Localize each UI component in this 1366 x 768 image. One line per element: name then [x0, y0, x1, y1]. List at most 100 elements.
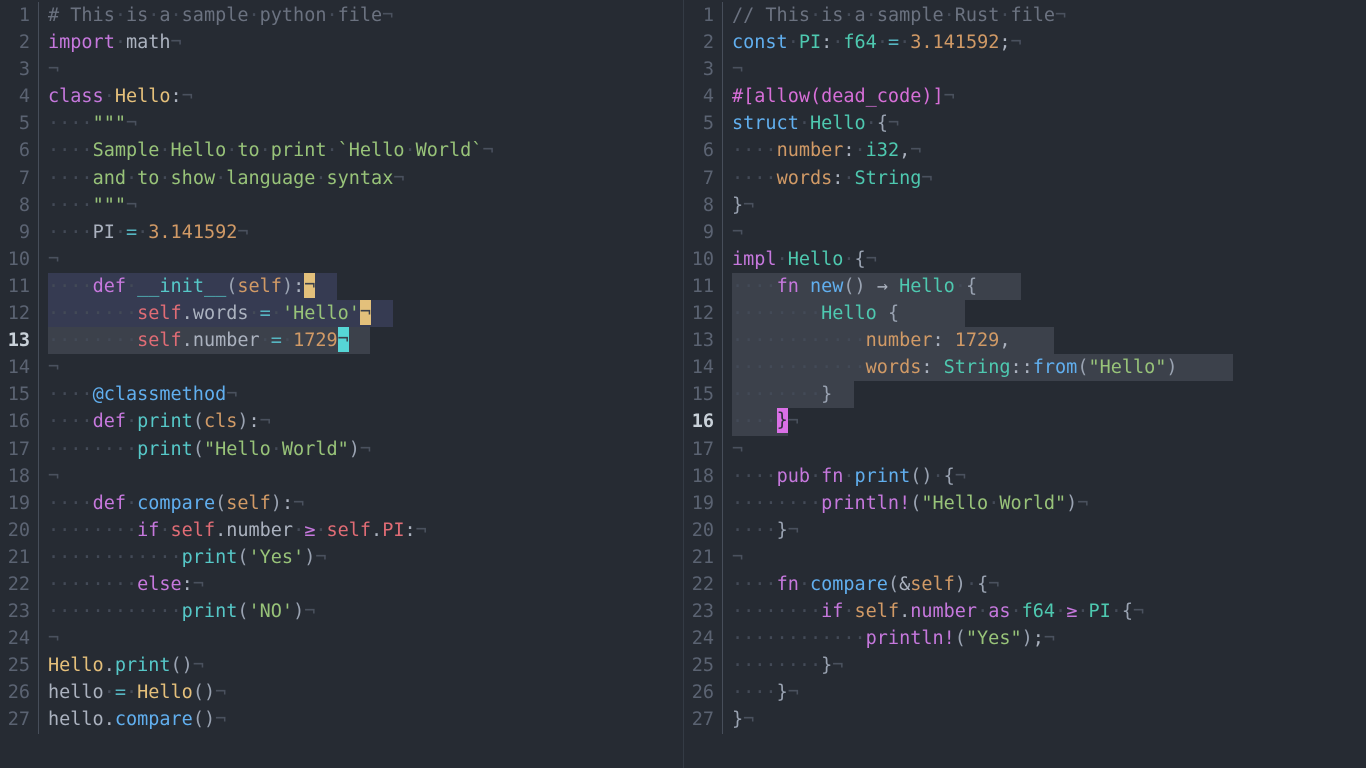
line-content[interactable]: ········}¬ [732, 652, 1366, 679]
line-content[interactable]: ¬ [48, 463, 683, 490]
line-content[interactable]: class·Hello:¬ [48, 83, 683, 110]
code-lines-rust[interactable]: 1 // This·is·a·sample·Rust·file¬ 2 const·P… [684, 0, 1366, 734]
code-line[interactable]: 24 ············println!("Yes");¬ [684, 625, 1366, 653]
line-content[interactable]: const·PI:·f64·=·3.141592;¬ [732, 29, 1366, 56]
line-content[interactable]: }¬ [732, 192, 1366, 219]
code-line[interactable]: 2 import·math¬ [0, 29, 683, 57]
code-line[interactable]: 21 ¬ [684, 543, 1366, 571]
code-line[interactable]: 27 hello.compare()¬ [0, 706, 683, 734]
line-content[interactable]: ····fn·compare(&self)·{¬ [732, 571, 1366, 598]
code-line-selected[interactable]: 11 ····fn new() → Hello·{ [684, 272, 1366, 301]
code-line[interactable]: 3 ¬ [684, 56, 1366, 84]
code-line[interactable]: 25 ········}¬ [684, 652, 1366, 680]
line-content[interactable]: ········else:¬ [48, 571, 683, 598]
code-line[interactable]: 16 ····def·print(cls):¬ [0, 408, 683, 436]
code-line-selected[interactable]: 15 ········} [684, 381, 1366, 409]
code-line[interactable]: 18 ····pub·fn·print()·{¬ [684, 462, 1366, 490]
code-line-selected[interactable]: 12 ········self.words·=·'Hello' ¬ [0, 300, 683, 328]
line-content[interactable]: ····@classmethod¬ [48, 381, 683, 408]
code-line-selected[interactable]: 14 ············words: String::from("Hello… [684, 354, 1366, 382]
code-line[interactable]: 10 impl·Hello·{¬ [684, 245, 1366, 273]
code-line[interactable]: 3 ¬ [0, 56, 683, 84]
code-line[interactable]: 2 const·PI:·f64·=·3.141592;¬ [684, 29, 1366, 57]
code-line[interactable]: 19 ········println!("Hello·World")¬ [684, 489, 1366, 517]
code-line[interactable]: 8 ····"""¬ [0, 191, 683, 219]
code-line[interactable]: 7 ····words:·String¬ [684, 164, 1366, 192]
line-content[interactable]: ¬ [732, 544, 1366, 571]
code-line[interactable]: 17 ········print("Hello·World")¬ [0, 435, 683, 463]
line-content[interactable]: ¬ [732, 219, 1366, 246]
line-content[interactable]: ····def·compare(self):¬ [48, 490, 683, 517]
line-content[interactable]: ····and·to·show·language·syntax¬ [48, 165, 683, 192]
line-content[interactable]: ············println!("Yes");¬ [732, 625, 1366, 652]
code-line[interactable]: 4 #[allow(dead_code)]¬ [684, 83, 1366, 111]
code-line-selected[interactable]: 13 ············number: 1729, [684, 327, 1366, 355]
code-line[interactable]: 19 ····def·compare(self):¬ [0, 489, 683, 517]
code-line-active[interactable]: 16 ····} ¬ [684, 408, 1366, 436]
code-line[interactable]: 9 ····PI·=·3.141592¬ [0, 218, 683, 246]
line-content[interactable]: ············print('Yes')¬ [48, 544, 683, 571]
code-line[interactable]: 18 ¬ [0, 462, 683, 490]
code-line[interactable]: 7 ····and·to·show·language·syntax¬ [0, 164, 683, 192]
line-content[interactable]: ········if·self.number·≥·self.PI:¬ [48, 517, 683, 544]
line-content[interactable]: ········self.words·=·'Hello' ¬ [48, 300, 683, 328]
line-content[interactable]: impl·Hello·{¬ [732, 246, 1366, 273]
line-content[interactable]: ····words:·String¬ [732, 165, 1366, 192]
line-content[interactable]: ¬ [48, 246, 683, 273]
line-content[interactable]: ········self.number·=·1729 ¬ [48, 327, 683, 355]
code-line[interactable]: 1 # This·is·a·sample·python·file¬ [0, 2, 683, 30]
editor-pane-python[interactable]: 1 # This·is·a·sample·python·file¬ 2 import… [0, 0, 683, 768]
line-content[interactable]: ¬ [48, 56, 683, 83]
code-line[interactable]: 27}¬ [684, 706, 1366, 734]
code-line[interactable]: 20 ········if·self.number·≥·self.PI:¬ [0, 516, 683, 544]
line-content[interactable]: ····number:·i32,¬ [732, 137, 1366, 164]
line-content[interactable]: ····"""¬ [48, 192, 683, 219]
line-content[interactable]: ····"""¬ [48, 110, 683, 137]
code-line[interactable]: 25 Hello.print()¬ [0, 652, 683, 680]
code-line[interactable]: 23 ············print('NO')¬ [0, 598, 683, 626]
line-content[interactable]: ····}¬ [732, 517, 1366, 544]
code-line[interactable]: 26 ····}¬ [684, 679, 1366, 707]
line-content[interactable]: ····}¬ [732, 679, 1366, 706]
code-line[interactable]: 5 struct·Hello·{¬ [684, 110, 1366, 138]
line-content[interactable]: ············words: String::from("Hello") [732, 354, 1366, 382]
code-line[interactable]: 22 ····fn·compare(&self)·{¬ [684, 570, 1366, 599]
code-line[interactable]: 21 ············print('Yes')¬ [0, 543, 683, 571]
code-line[interactable]: 15 ····@classmethod¬ [0, 381, 683, 409]
line-content[interactable]: ····Sample·Hello·to·print·`Hello·World`¬ [48, 137, 683, 164]
code-line[interactable]: 22 ········else:¬ [0, 570, 683, 599]
code-line[interactable]: 14 ¬ [0, 354, 683, 382]
code-line[interactable]: 9 ¬ [684, 218, 1366, 246]
line-content[interactable]: ········Hello { [732, 300, 1366, 328]
line-content[interactable]: ····def·__init__(self): ¬ [48, 272, 683, 301]
line-content[interactable]: ············print('NO')¬ [48, 598, 683, 625]
code-line[interactable]: 24 ¬ [0, 625, 683, 653]
line-content[interactable]: ············number: 1729, [732, 327, 1366, 355]
code-line-active[interactable]: 13 ········self.number·=·1729 ¬ [0, 327, 683, 355]
line-content[interactable]: import·math¬ [48, 29, 683, 56]
code-line[interactable]: 1 // This·is·a·sample·Rust·file¬ [684, 2, 1366, 30]
line-content[interactable]: // This·is·a·sample·Rust·file¬ [732, 2, 1366, 29]
line-content[interactable]: # This·is·a·sample·python·file¬ [48, 2, 683, 29]
code-line[interactable]: 6 ····Sample·Hello·to·print·`Hello·World`… [0, 137, 683, 165]
line-content[interactable]: ····}¬ [732, 408, 1366, 436]
line-content[interactable]: }¬ [732, 706, 1366, 733]
line-content[interactable]: ¬ [732, 56, 1366, 83]
code-line[interactable]: 5 ····"""¬ [0, 110, 683, 138]
line-content[interactable]: Hello.print()¬ [48, 652, 683, 679]
line-content[interactable]: ····PI·=·3.141592¬ [48, 219, 683, 246]
line-content[interactable]: ········println!("Hello·World")¬ [732, 490, 1366, 517]
code-line[interactable]: 20 ····}¬ [684, 516, 1366, 544]
line-content[interactable]: ········if·self.number·as·f64·≥·PI·{¬ [732, 598, 1366, 625]
code-line[interactable]: 8}¬ [684, 191, 1366, 219]
code-line-selected[interactable]: 12 ········Hello { [684, 300, 1366, 328]
code-lines-python[interactable]: 1 # This·is·a·sample·python·file¬ 2 import… [0, 0, 683, 734]
line-content[interactable]: struct·Hello·{¬ [732, 110, 1366, 137]
line-content[interactable]: #[allow(dead_code)]¬ [732, 83, 1366, 110]
line-content[interactable]: ····fn new() → Hello·{ [732, 272, 1366, 301]
line-content[interactable]: ····def·print(cls):¬ [48, 408, 683, 435]
line-content[interactable]: ¬ [48, 625, 683, 652]
editor-pane-rust[interactable]: 1 // This·is·a·sample·Rust·file¬ 2 const·P… [683, 0, 1366, 768]
code-line[interactable]: 23 ········if·self.number·as·f64·≥·PI·{¬ [684, 598, 1366, 626]
code-line-selected[interactable]: 11 ····def·__init__(self): ¬ [0, 272, 683, 301]
